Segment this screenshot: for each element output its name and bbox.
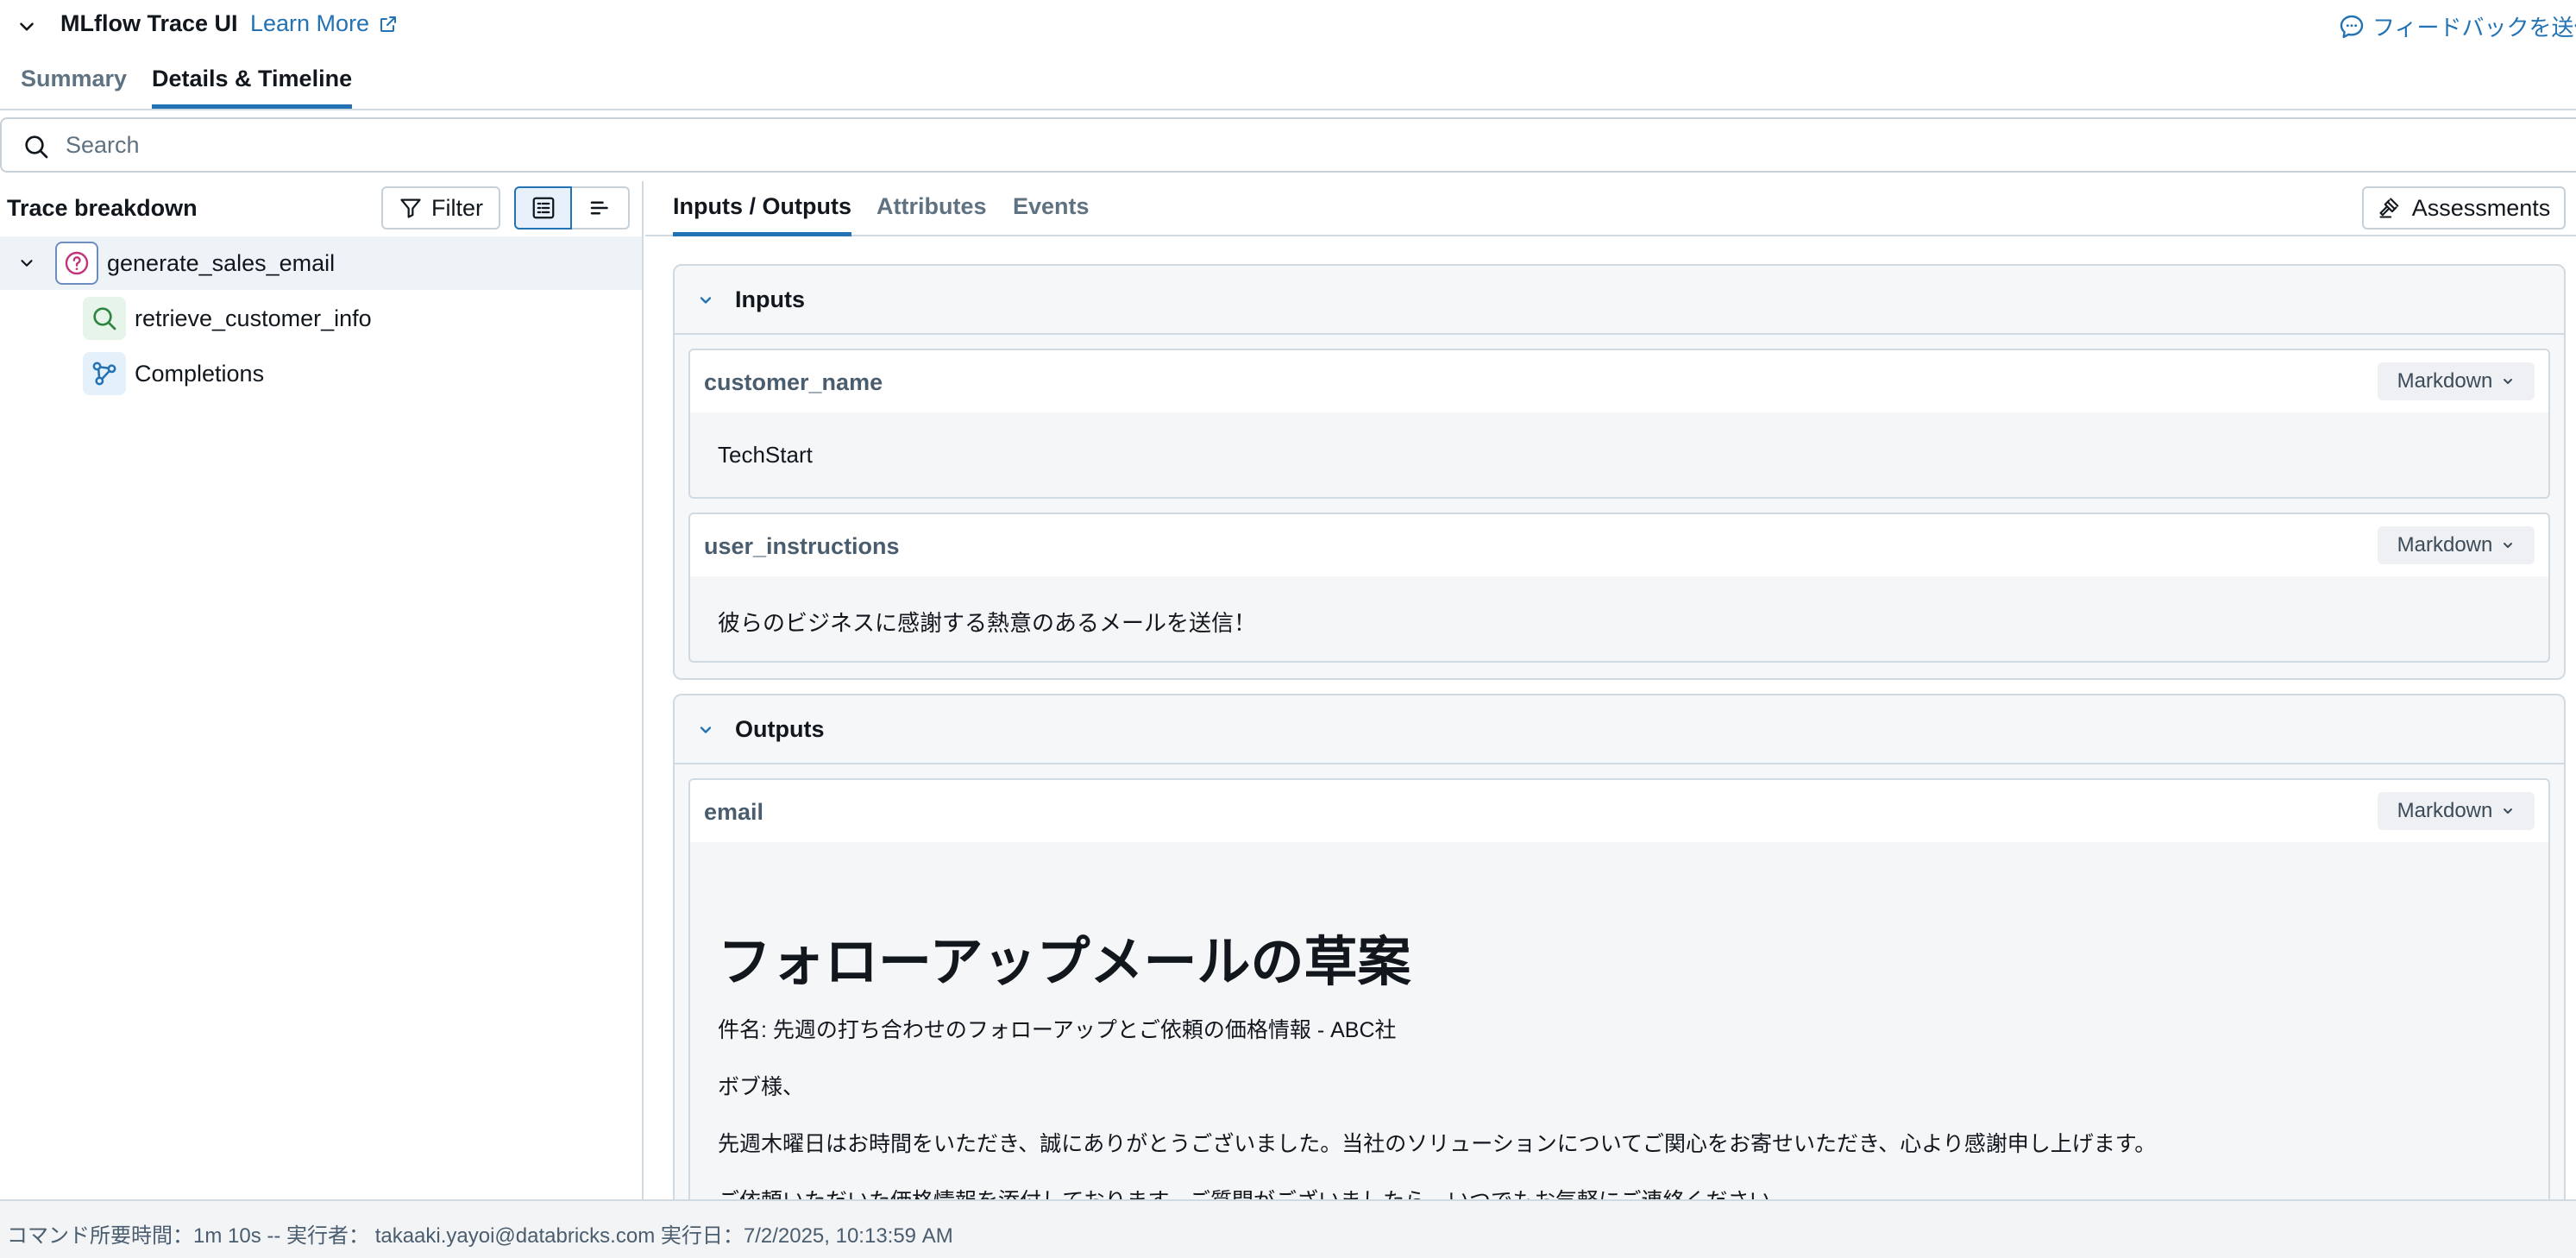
- trace-node-label: retrieve_customer_info: [135, 305, 372, 331]
- command-status-footer: コマンド所要時間：1m 10s -- 実行者： takaaki.yayoi@da…: [0, 1199, 2576, 1258]
- view-toggle: [514, 186, 630, 230]
- trace-node-generate-sales-email[interactable]: generate_sales_email: [0, 236, 642, 290]
- input-field-user-instructions: user_instructions Markdown 彼らのビジネスに感謝する熱…: [688, 513, 2550, 663]
- chevron-down-icon[interactable]: [17, 254, 36, 273]
- email-subject-line: 件名: 先週の打ち合わせのフォローアップとご依頼の価格情報 - ABC社: [718, 1018, 1397, 1042]
- outputs-section: Outputs email Markdown フォローアップメールの草案 件名:…: [673, 694, 2566, 1227]
- assessments-button[interactable]: Assessments: [2362, 186, 2566, 230]
- search-bar: [0, 117, 2576, 173]
- feedback-link[interactable]: フィードバックを送信: [2338, 10, 2576, 42]
- email-heading: フォローアップメールの草案: [718, 933, 1411, 992]
- output-field-email: email Markdown フォローアップメールの草案 件名: 先週の打ち合わ…: [688, 778, 2550, 1227]
- chevron-down-icon[interactable]: [16, 16, 38, 38]
- assessments-label: Assessments: [2411, 194, 2551, 221]
- trace-node-label: Completions: [135, 361, 265, 387]
- email-greeting: ボブ様、: [718, 1075, 805, 1099]
- format-dropdown[interactable]: Markdown: [2378, 362, 2535, 400]
- format-dropdown[interactable]: Markdown: [2378, 792, 2535, 830]
- top-tabs: Summary Details & Timeline: [0, 57, 2576, 110]
- command-status-text: コマンド所要時間：1m 10s -- 実行者： takaaki.yayoi@da…: [7, 1224, 953, 1248]
- filter-button[interactable]: Filter: [381, 186, 500, 230]
- span-detail-panel: Inputs / Outputs Attributes Events Asses…: [645, 181, 2576, 1227]
- outputs-title: Outputs: [735, 716, 825, 742]
- tab-details-timeline[interactable]: Details & Timeline: [152, 66, 353, 109]
- field-value: 彼らのビジネスに感謝する熱意のあるメールを送信！: [718, 610, 1257, 636]
- learn-more-link[interactable]: Learn More: [250, 10, 399, 37]
- timeline-icon: [587, 195, 613, 221]
- tab-attributes[interactable]: Attributes: [876, 193, 987, 232]
- trace-breakdown-panel: Trace breakdown Filter generate_sales_em…: [0, 181, 644, 1199]
- search-input[interactable]: [64, 126, 2548, 164]
- tree-view-button[interactable]: [514, 186, 572, 230]
- trace-node-label: generate_sales_email: [107, 250, 336, 276]
- search-icon: [83, 297, 126, 340]
- field-value: TechStart: [718, 442, 813, 468]
- inputs-section-header[interactable]: Inputs: [675, 266, 2564, 335]
- outputs-section-header[interactable]: Outputs: [675, 695, 2564, 764]
- format-dropdown[interactable]: Markdown: [2378, 526, 2535, 564]
- trace-node-completions[interactable]: Completions: [0, 347, 642, 400]
- timeline-view-button[interactable]: [572, 186, 630, 230]
- input-field-customer-name: customer_name Markdown TechStart: [688, 349, 2550, 499]
- learn-more-label: Learn More: [250, 10, 370, 36]
- field-header: customer_name Markdown: [690, 350, 2548, 412]
- filter-icon: [399, 196, 423, 220]
- format-label: Markdown: [2397, 369, 2493, 393]
- detail-tabs: Inputs / Outputs Attributes Events Asses…: [645, 181, 2576, 236]
- chevron-down-icon: [2501, 804, 2515, 818]
- app-title: MLflow Trace UI: [60, 10, 238, 36]
- field-header: email Markdown: [690, 780, 2548, 842]
- field-name: email: [704, 799, 764, 825]
- field-header: user_instructions Markdown: [690, 514, 2548, 576]
- chevron-down-icon: [2501, 538, 2515, 552]
- list-tree-icon: [531, 195, 556, 221]
- trace-breakdown-title: Trace breakdown: [7, 195, 198, 221]
- header: MLflow Trace UI Learn More フィードバックを送信: [0, 0, 2576, 52]
- email-paragraph: 先週木曜日はお時間をいただき、誠にありがとうございました。当社のソリューションに…: [718, 1132, 2157, 1156]
- filter-label: Filter: [431, 194, 483, 221]
- trace-node-retrieve-customer-info[interactable]: retrieve_customer_info: [0, 292, 642, 345]
- chevron-down-icon: [2501, 374, 2515, 388]
- inputs-section: Inputs customer_name Markdown TechStart …: [673, 264, 2566, 680]
- feedback-label: フィードバックを送信: [2372, 15, 2576, 41]
- format-label: Markdown: [2397, 533, 2493, 557]
- inputs-title: Inputs: [735, 286, 805, 312]
- tab-events[interactable]: Events: [1013, 193, 1090, 232]
- format-label: Markdown: [2397, 799, 2493, 822]
- search-icon: [22, 133, 50, 160]
- external-link-icon: [378, 14, 399, 35]
- tab-summary[interactable]: Summary: [21, 66, 127, 104]
- question-icon: [55, 242, 98, 285]
- tab-inputs-outputs[interactable]: Inputs / Outputs: [673, 193, 851, 236]
- chevron-down-icon: [697, 292, 714, 309]
- speech-bubble-icon: [2338, 13, 2366, 41]
- chevron-down-icon: [697, 721, 714, 739]
- nodes-icon: [83, 352, 126, 395]
- field-name: customer_name: [704, 369, 883, 395]
- field-name: user_instructions: [704, 533, 900, 559]
- gavel-icon: [2378, 196, 2402, 220]
